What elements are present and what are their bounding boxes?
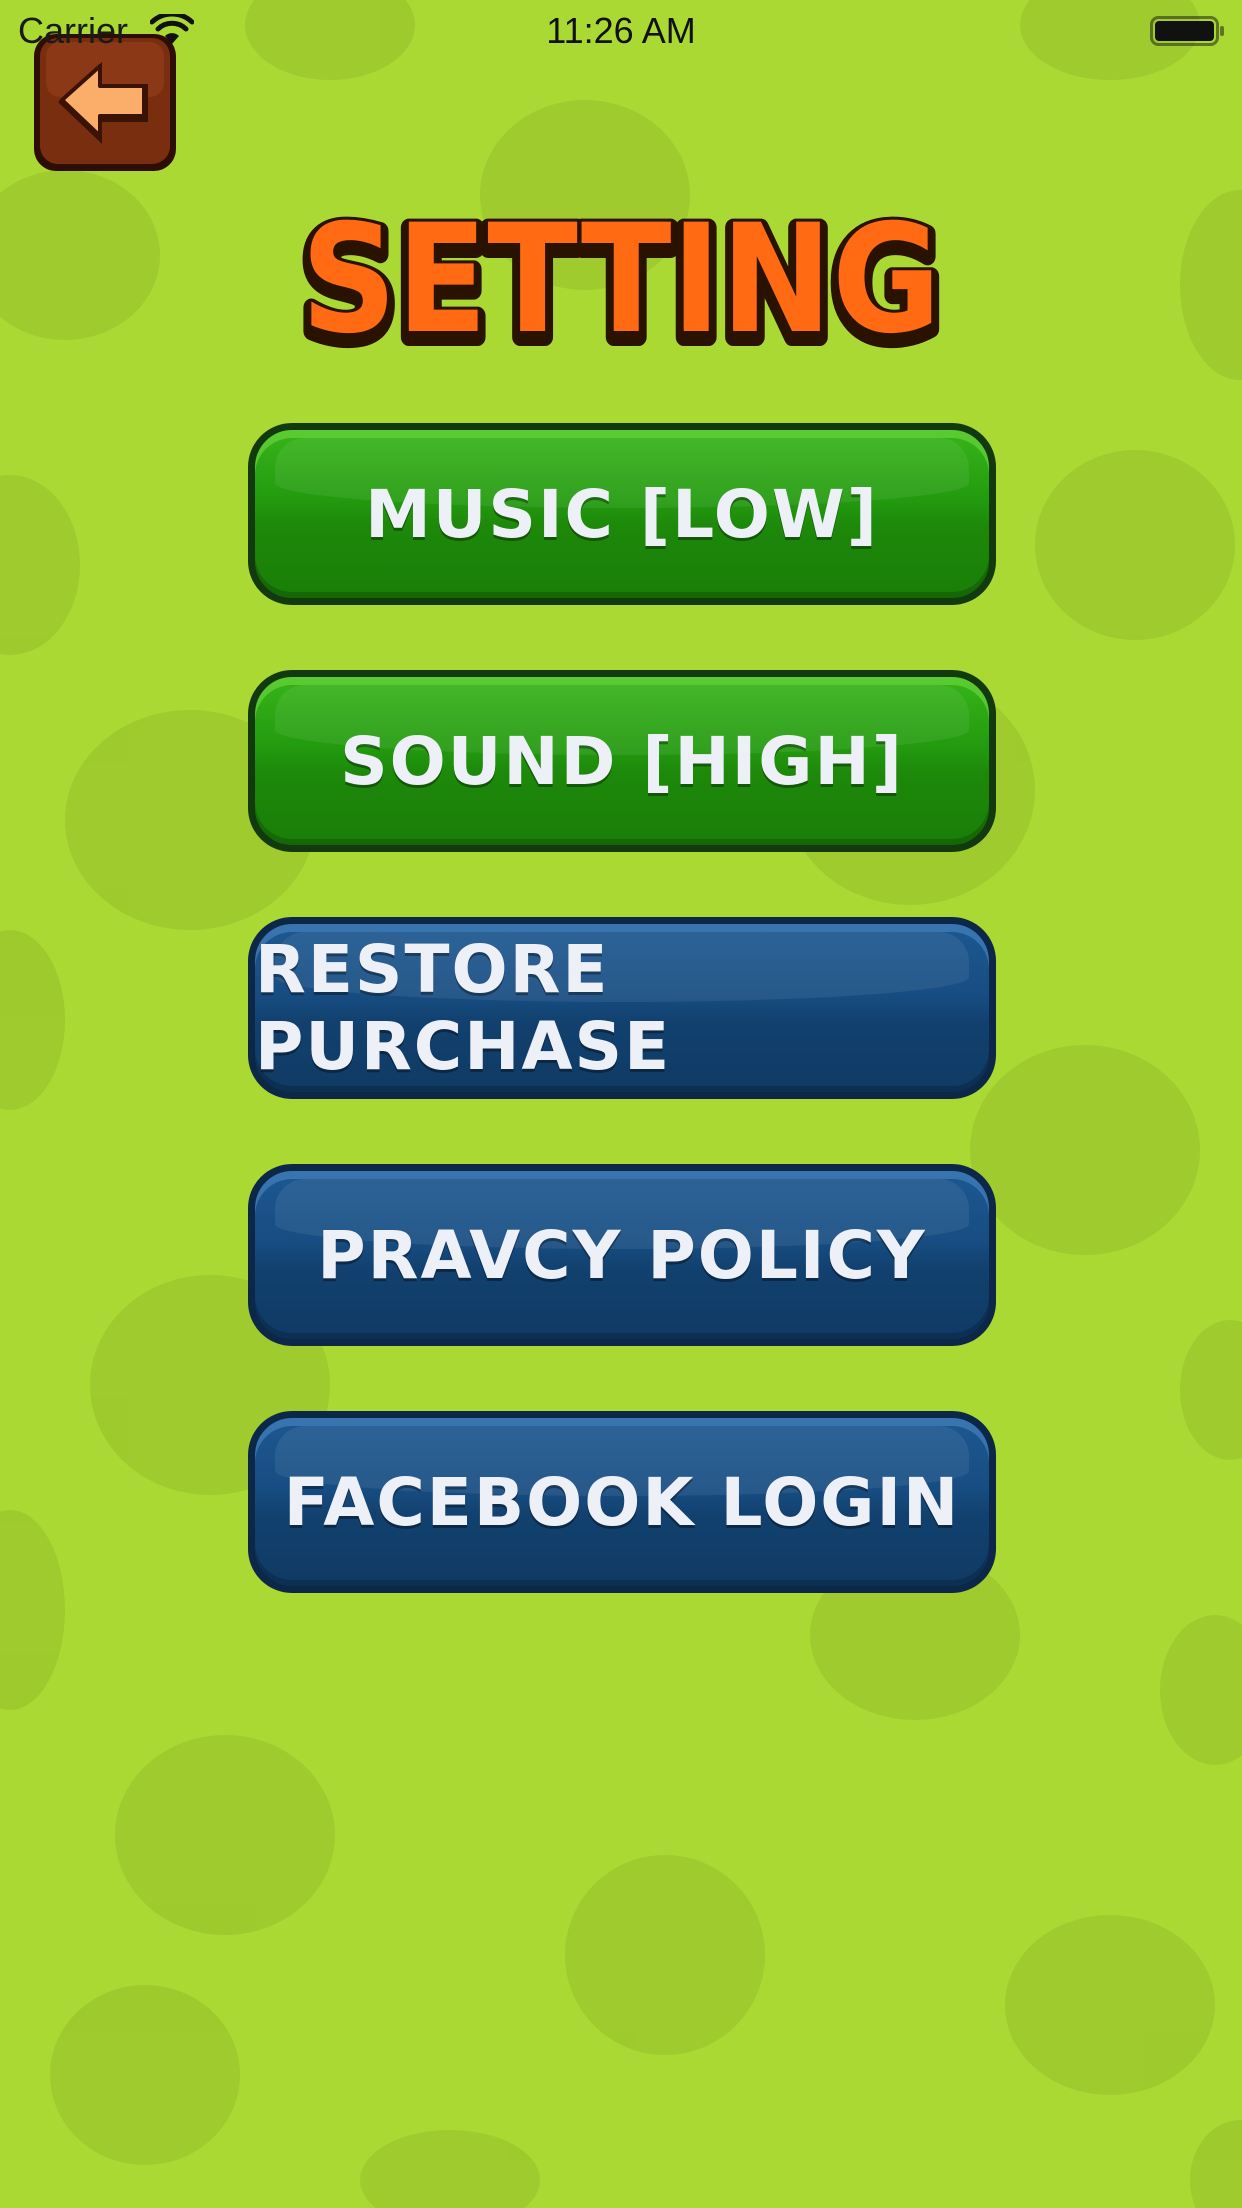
battery-icon xyxy=(1150,16,1226,46)
facebook-login-button[interactable]: FACEBOOK LOGIN xyxy=(248,1411,996,1593)
sound-button[interactable]: SOUND [HIGH] xyxy=(248,670,996,852)
restore-purchase-button[interactable]: RESTORE PURCHASE xyxy=(248,917,996,1099)
privacy-policy-button[interactable]: PRAVCY POLICY xyxy=(248,1164,996,1346)
status-time: 11:26 AM xyxy=(546,10,696,51)
page-title-text: SETTING xyxy=(301,195,941,365)
page-title: SETTING SETTING xyxy=(0,195,1242,365)
sound-button-label: SOUND [HIGH] xyxy=(340,722,904,800)
restore-purchase-button-label: RESTORE PURCHASE xyxy=(255,931,672,1085)
music-button-label: MUSIC [LOW] xyxy=(365,475,879,553)
facebook-login-button-label: FACEBOOK LOGIN xyxy=(283,1463,961,1541)
music-button[interactable]: MUSIC [LOW] xyxy=(248,423,996,605)
privacy-policy-button-label: PRAVCY POLICY xyxy=(317,1216,927,1294)
settings-menu: MUSIC [LOW] SOUND [HIGH] RESTORE PURCHAS… xyxy=(248,423,996,1658)
status-bar: Carrier 11:26 AM xyxy=(0,0,1242,60)
